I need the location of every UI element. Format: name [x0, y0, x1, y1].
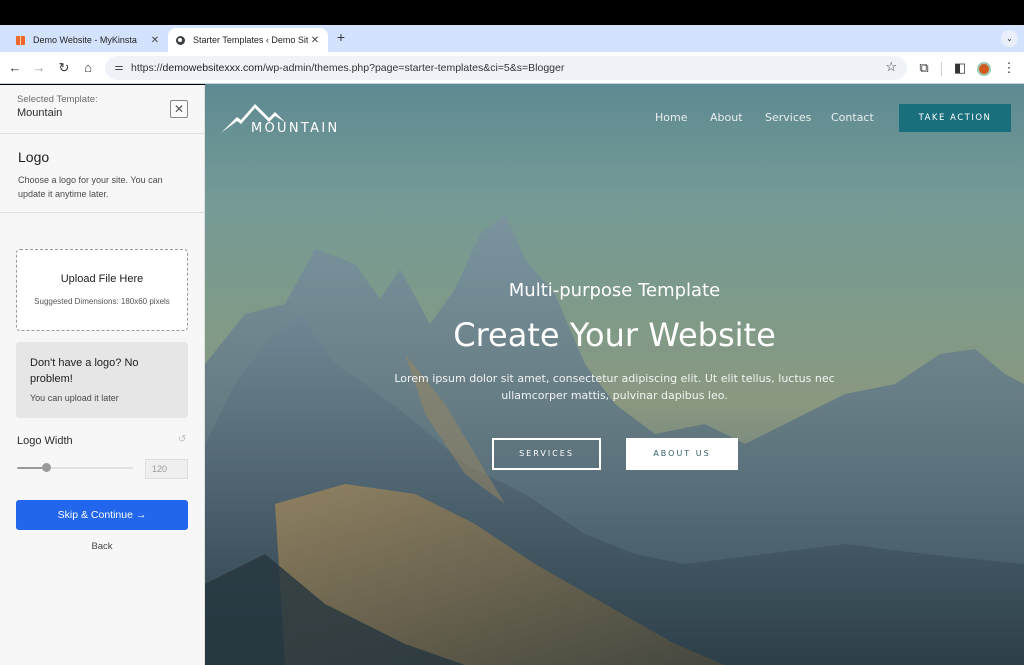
extensions-icon[interactable]: ⧉: [915, 59, 933, 77]
no-logo-subtext: You can upload it later: [30, 393, 119, 403]
site-settings-icon[interactable]: ⚌: [111, 60, 127, 76]
selected-template-name: Mountain: [17, 107, 63, 119]
section-description: Choose a logo for your site. You can upd…: [18, 175, 163, 199]
no-logo-title: Don't have a logo? No problem!: [30, 357, 139, 385]
nav-home[interactable]: Home: [655, 111, 687, 124]
reset-icon[interactable]: ↺: [178, 434, 186, 445]
about-us-button[interactable]: ABOUT US: [626, 438, 738, 470]
globe-favicon-icon: [176, 35, 185, 45]
upload-dimensions-hint: Suggested Dimensions: 180x60 pixels: [34, 297, 170, 306]
upload-title: Upload File Here: [60, 273, 144, 285]
reload-icon[interactable]: ↻: [55, 59, 73, 77]
new-tab-button[interactable]: +: [333, 28, 349, 46]
hero-subtitle: Multi-purpose Template: [508, 280, 721, 301]
profile-avatar[interactable]: [979, 64, 989, 74]
url-path: /wp-admin/themes.php?page=starter-templa…: [262, 62, 565, 74]
tab-close-icon[interactable]: ✕: [308, 35, 322, 46]
nav-about[interactable]: About: [710, 111, 743, 124]
tab-search-button[interactable]: ⌄: [1001, 30, 1018, 47]
url-host: demowebsitexxx.com: [162, 62, 263, 74]
tab-starter-templates[interactable]: Starter Templates ‹ Demo Site ✕: [168, 28, 328, 52]
hero-body-text: Lorem ipsum dolor sit amet, consectetur …: [394, 372, 835, 402]
section-title: Logo: [18, 149, 50, 165]
services-button[interactable]: SERVICES: [492, 438, 601, 470]
forward-icon[interactable]: →: [30, 59, 48, 77]
site-logo-text: MOUNTAIN: [251, 121, 340, 136]
screen-top-bar: [0, 0, 1024, 25]
logo-width-input[interactable]: 120: [145, 459, 188, 479]
nav-services[interactable]: Services: [765, 111, 811, 124]
toolbar-separator: [941, 62, 942, 76]
browser-toolbar: ← → ↻ ⌂ ⚌ https://demowebsitexxx.com/wp-…: [0, 52, 1024, 84]
browser-menu-icon[interactable]: ⋮: [1000, 59, 1018, 77]
tab-title: Demo Website - MyKinsta: [33, 35, 137, 45]
close-icon[interactable]: ✕: [170, 100, 188, 118]
selected-template-label: Selected Template:: [17, 94, 98, 105]
browser-tab-strip: Demo Website - MyKinsta ✕ Starter Templa…: [0, 25, 1024, 52]
back-button[interactable]: Back: [0, 541, 204, 552]
url-text[interactable]: https://demowebsitexxx.com/wp-admin/them…: [131, 56, 564, 80]
nav-contact[interactable]: Contact: [831, 111, 874, 124]
divider: [0, 133, 204, 134]
tab-close-icon[interactable]: ✕: [148, 35, 162, 46]
bookmark-star-icon[interactable]: ☆: [885, 59, 897, 75]
hero-title: Create Your Website: [453, 316, 776, 354]
take-action-button[interactable]: TAKE ACTION: [899, 104, 1011, 132]
template-setup-sidebar: Selected Template: Mountain ✕ Logo Choos…: [0, 85, 205, 665]
skip-continue-button[interactable]: Skip & Continue →: [16, 500, 188, 530]
kinsta-favicon-icon: [16, 35, 25, 45]
url-scheme: https://: [131, 62, 163, 74]
tab-demo-website[interactable]: Demo Website - MyKinsta ✕: [8, 28, 168, 52]
divider: [0, 212, 204, 213]
home-icon[interactable]: ⌂: [79, 59, 97, 77]
no-logo-notice: Don't have a logo? No problem! You can u…: [16, 342, 188, 418]
logo-width-label: Logo Width: [17, 435, 73, 447]
side-panel-icon[interactable]: ◧: [951, 59, 969, 77]
back-icon[interactable]: ←: [6, 59, 24, 77]
upload-logo-dropzone[interactable]: Upload File Here Suggested Dimensions: 1…: [16, 249, 188, 331]
template-preview: MOUNTAIN Home About Services Contact TAK…: [205, 84, 1024, 665]
slider-thumb[interactable]: [42, 463, 51, 472]
address-bar[interactable]: ⚌ https://demowebsitexxx.com/wp-admin/th…: [105, 56, 907, 80]
tab-title: Starter Templates ‹ Demo Site: [193, 35, 308, 45]
logo-width-slider[interactable]: [17, 463, 133, 472]
